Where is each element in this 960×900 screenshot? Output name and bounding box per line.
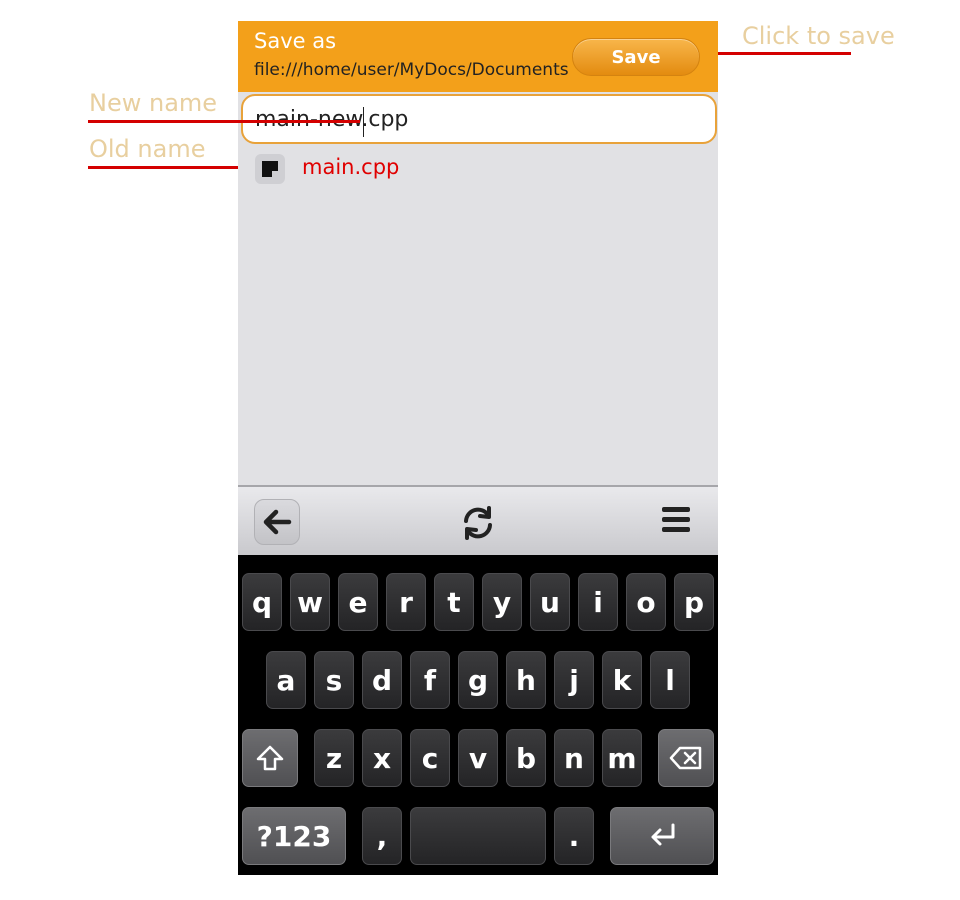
shift-key[interactable]	[242, 729, 298, 787]
key-u[interactable]: u	[530, 573, 570, 631]
current-path: file:///home/user/MyDocs/Documents	[254, 60, 569, 80]
key-b[interactable]: b	[506, 729, 546, 787]
key-f[interactable]: f	[410, 651, 450, 709]
key-n[interactable]: n	[554, 729, 594, 787]
key-o[interactable]: o	[626, 573, 666, 631]
rotate-icon[interactable]	[458, 503, 498, 543]
back-button[interactable]	[254, 499, 300, 545]
symbols-key[interactable]: ?123	[242, 807, 346, 865]
shift-icon	[256, 745, 284, 771]
key-e[interactable]: e	[338, 573, 378, 631]
key-v[interactable]: v	[458, 729, 498, 787]
key-r[interactable]: r	[386, 573, 426, 631]
key-l[interactable]: l	[650, 651, 690, 709]
dialog-title: Save as	[254, 29, 337, 53]
key-m[interactable]: m	[602, 729, 642, 787]
key-w[interactable]: w	[290, 573, 330, 631]
menu-icon[interactable]	[660, 505, 692, 535]
key-x[interactable]: x	[362, 729, 402, 787]
key-c[interactable]: c	[410, 729, 450, 787]
annotation-line-old-name	[88, 166, 248, 169]
enter-icon	[651, 823, 675, 846]
back-arrow-icon	[263, 509, 292, 535]
key-j[interactable]: j	[554, 651, 594, 709]
key-i[interactable]: i	[578, 573, 618, 631]
virtual-keyboard: q w e r t y u i o p a s d f g h j k l z …	[238, 555, 718, 875]
key-g[interactable]: g	[458, 651, 498, 709]
key-h[interactable]: h	[506, 651, 546, 709]
key-a[interactable]: a	[266, 651, 306, 709]
key-t[interactable]: t	[434, 573, 474, 631]
file-name: main.cpp	[302, 155, 400, 179]
save-as-header: Save as file:///home/user/MyDocs/Documen…	[238, 21, 718, 92]
bottom-toolbar	[238, 485, 718, 555]
annotation-click-to-save: Click to save	[742, 22, 895, 50]
phone-screen: Save as file:///home/user/MyDocs/Documen…	[238, 21, 718, 875]
backspace-key[interactable]	[658, 729, 714, 787]
enter-key[interactable]	[610, 807, 714, 865]
period-key[interactable]: .	[554, 807, 594, 865]
key-k[interactable]: k	[602, 651, 642, 709]
key-y[interactable]: y	[482, 573, 522, 631]
document-icon	[255, 154, 285, 184]
text-cursor	[363, 107, 364, 137]
space-key[interactable]	[410, 807, 546, 865]
key-q[interactable]: q	[242, 573, 282, 631]
key-s[interactable]: s	[314, 651, 354, 709]
file-list-item[interactable]: main.cpp	[238, 149, 718, 189]
annotation-line-new-name	[88, 120, 360, 123]
annotation-new-name: New name	[89, 89, 218, 117]
annotation-old-name: Old name	[89, 135, 206, 163]
key-z[interactable]: z	[314, 729, 354, 787]
save-button[interactable]: Save	[572, 38, 700, 76]
key-p[interactable]: p	[674, 573, 714, 631]
filename-input[interactable]: main-new.cpp	[241, 94, 717, 144]
comma-key[interactable]: ,	[362, 807, 402, 865]
key-d[interactable]: d	[362, 651, 402, 709]
backspace-icon	[669, 746, 702, 770]
